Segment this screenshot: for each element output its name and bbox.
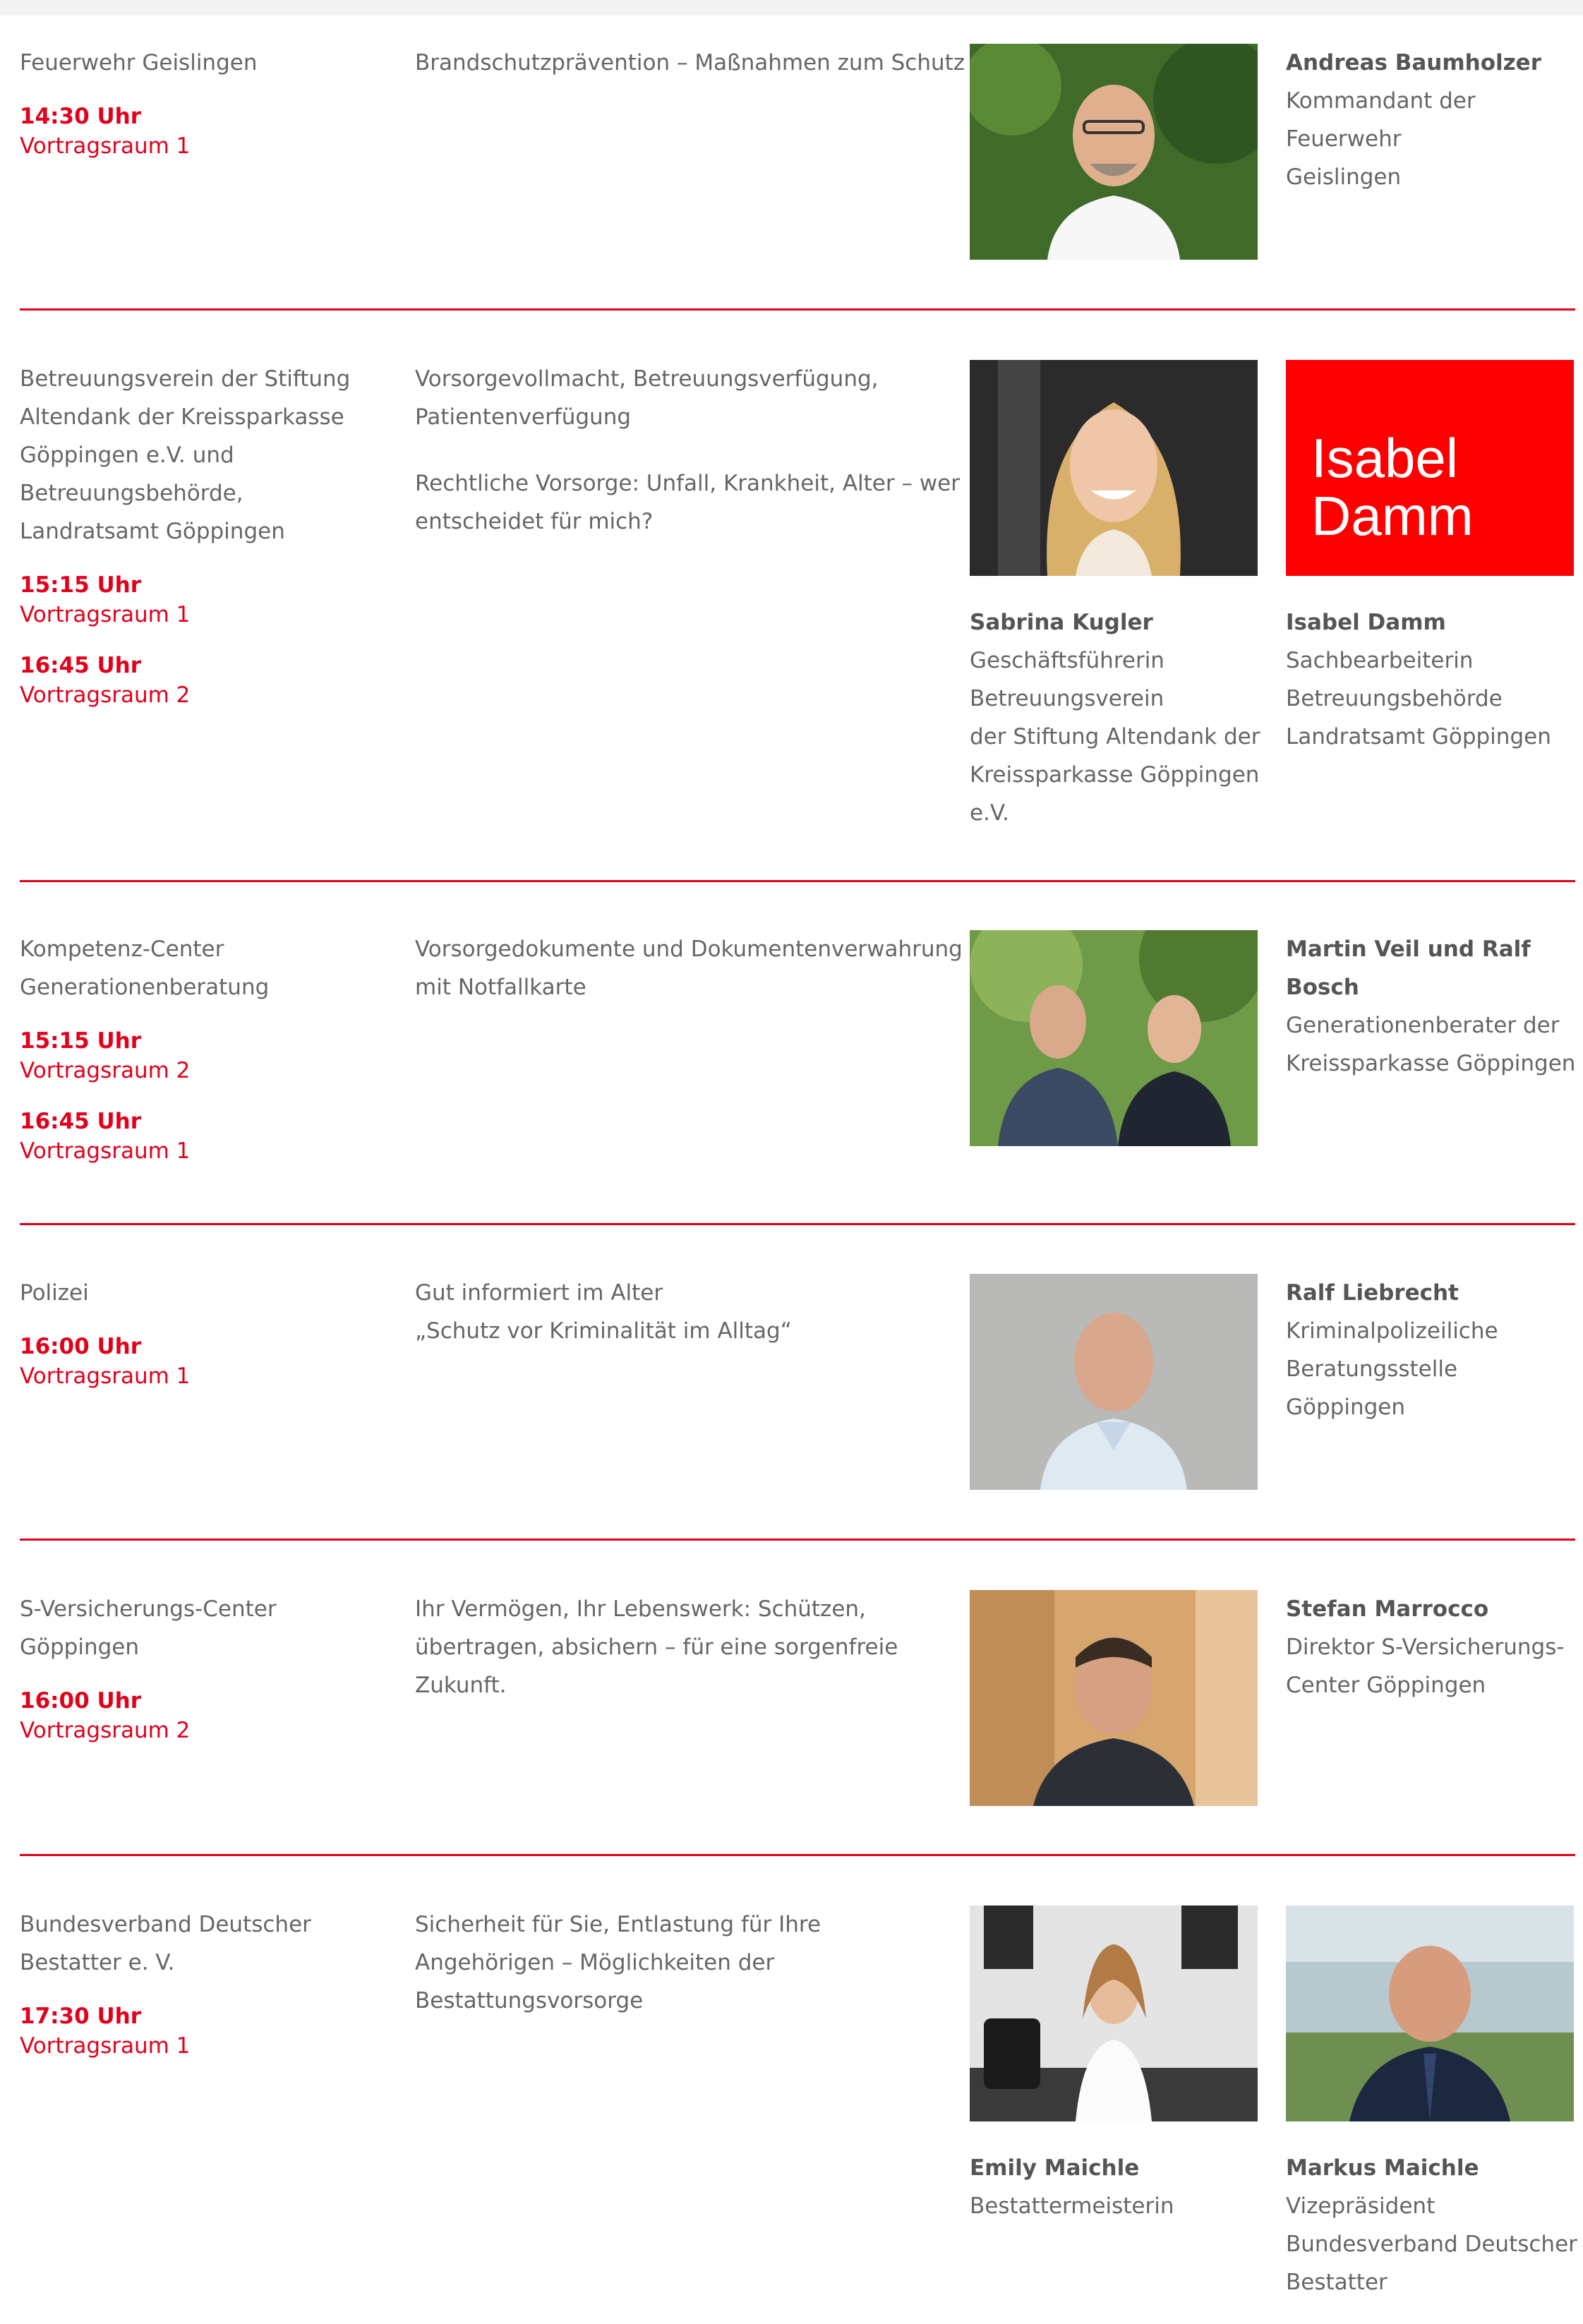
session-time: 17:30 Uhr (20, 2004, 141, 2029)
session-room: Vortragsraum 1 (20, 2033, 191, 2059)
speaker-name: Stefan Marrocco (1286, 1596, 1489, 1622)
speaker-info: Stefan Marrocco Direktor S-Versicherungs… (1286, 1590, 1582, 1704)
speaker-role: Bestattermeisterin (970, 2193, 1174, 2219)
session-room: Vortragsraum 2 (20, 1058, 191, 1083)
entry-organization: Kompetenz-Center Generationenberatung 15… (20, 930, 387, 1166)
speaker-photo (970, 44, 1258, 260)
topic-text: Brandschutzprävention – Maßnahmen zum Sc… (415, 50, 965, 76)
schedule: 17:30 Uhr Vortragsraum 1 (20, 2001, 387, 2061)
speaker-photo (970, 1274, 1258, 1490)
session-room: Vortragsraum 2 (20, 682, 191, 708)
speaker-name: Martin Veil und Ralf Bosch (1286, 937, 1531, 1000)
speaker-info: Andreas Baumholzer Kommandant der Feuerw… (1286, 44, 1582, 196)
session-room: Vortragsraum 1 (20, 1138, 191, 1164)
divider (20, 1854, 1575, 1856)
speaker-role: Kommandant der Feuerwehr Geislingen (1286, 88, 1476, 190)
speaker-info: Emily Maichle Bestattermeisterin (970, 2149, 1266, 2225)
speaker-photo (1286, 1905, 1574, 2121)
session-time: 15:15 Uhr (20, 1028, 141, 1054)
topic-text: Gut informiert im Alter „Schutz vor Krim… (415, 1280, 792, 1344)
session-room: Vortragsraum 1 (20, 602, 191, 627)
entry-organization: S-Versicherungs-Center Göppingen 16:00 U… (20, 1590, 387, 1745)
organization-name: Betreuungsverein der Stiftung Altendank … (20, 366, 351, 544)
speaker-name-logo: Isabel Damm (1286, 360, 1574, 576)
speaker-role: Geschäftsführerin Betreuungsverein der S… (970, 648, 1260, 826)
entry-organization: Feuerwehr Geislingen 14:30 Uhr Vortragsr… (20, 44, 387, 161)
speaker-info: Markus Maichle Vizepräsident Bundesverba… (1286, 2149, 1582, 2301)
schedule: 16:00 Uhr Vortragsraum 1 (20, 1332, 387, 1391)
speaker-name: Emily Maichle (970, 2155, 1140, 2181)
topic-text: Rechtliche Vorsorge: Unfall, Krankheit, … (415, 471, 961, 534)
speaker-name: Isabel Damm (1286, 610, 1446, 635)
top-bar (0, 0, 1583, 16)
speaker-role: Sachbearbeiterin Betreuungsbehörde Landr… (1286, 648, 1551, 749)
entry-organization: Bundesverband Deutscher Bestatter e. V. … (20, 1905, 387, 2061)
organization-name: Polizei (20, 1280, 89, 1306)
schedule: 15:15 Uhr Vortragsraum 2 (20, 1026, 387, 1085)
session-time: 16:00 Uhr (20, 1688, 141, 1714)
organization-name: Bundesverband Deutscher Bestatter e. V. (20, 1912, 311, 1975)
session-time: 16:00 Uhr (20, 1334, 141, 1359)
organization-name: Feuerwehr Geislingen (20, 50, 258, 76)
speaker-role: Generationenberater der Kreissparkasse G… (1286, 1013, 1576, 1076)
session-room: Vortragsraum 1 (20, 133, 191, 159)
schedule: 15:15 Uhr Vortragsraum 1 (20, 570, 387, 630)
session-room: Vortragsraum 1 (20, 1363, 191, 1389)
logo-text: Isabel Damm (1311, 427, 1474, 547)
speaker-name: Sabrina Kugler (970, 610, 1153, 635)
session-time: 15:15 Uhr (20, 572, 141, 598)
schedule: 16:00 Uhr Vortragsraum 2 (20, 1686, 387, 1745)
speaker-photo (970, 360, 1258, 576)
speaker-role: Direktor S-Versicherungs- Center Göpping… (1286, 1634, 1565, 1698)
topic-text: Vorsorgevollmacht, Betreuungsverfügung, … (415, 366, 879, 430)
speaker-info: Martin Veil und Ralf Bosch Generationenb… (1286, 930, 1582, 1083)
session-room: Vortragsraum 2 (20, 1718, 191, 1743)
entry-topic: Gut informiert im Alter „Schutz vor Krim… (415, 1274, 965, 1378)
entry-topic: Brandschutzprävention – Maßnahmen zum Sc… (415, 44, 965, 110)
session-time: 14:30 Uhr (20, 104, 141, 129)
divider (20, 1223, 1575, 1225)
organization-name: S-Versicherungs-Center Göppingen (20, 1596, 277, 1660)
entry-organization: Polizei 16:00 Uhr Vortragsraum 1 (20, 1274, 387, 1391)
schedule: 16:45 Uhr Vortragsraum 1 (20, 1107, 387, 1166)
speaker-info: Sabrina Kugler Geschäftsführerin Betreuu… (970, 603, 1266, 832)
session-time: 16:45 Uhr (20, 653, 141, 678)
speaker-name: Ralf Liebrecht (1286, 1280, 1459, 1306)
speaker-name: Andreas Baumholzer (1286, 50, 1541, 76)
divider (20, 880, 1575, 882)
divider (20, 1539, 1575, 1541)
speaker-role: Kriminalpolizeiliche Beratungsstelle Göp… (1286, 1318, 1498, 1420)
speaker-info: Isabel Damm Sachbearbeiterin Betreuungsb… (1286, 603, 1582, 756)
entry-topic: Vorsorgedokumente und Dokumentenverwahru… (415, 930, 965, 1035)
topic-text: Ihr Vermögen, Ihr Lebenswerk: Schützen, … (415, 1596, 898, 1698)
topic-text: Vorsorgedokumente und Dokumentenverwahru… (415, 937, 963, 1000)
entry-topic: Sicherheit für Sie, Entlastung für Ihre … (415, 1905, 965, 2048)
speaker-role: Vizepräsident Bundesverband Deutscher Be… (1286, 2193, 1577, 2295)
divider (20, 308, 1575, 311)
schedule: 16:45 Uhr Vortragsraum 2 (20, 651, 387, 710)
speaker-photo (970, 1905, 1258, 2121)
entry-topic: Ihr Vermögen, Ihr Lebenswerk: Schützen, … (415, 1590, 965, 1733)
speaker-photo (970, 1590, 1258, 1806)
speaker-name: Markus Maichle (1286, 2155, 1479, 2181)
entry-topic: Vorsorgevollmacht, Betreuungsverfügung, … (415, 360, 965, 569)
speaker-photo (970, 930, 1258, 1146)
schedule: 14:30 Uhr Vortragsraum 1 (20, 102, 387, 161)
session-time: 16:45 Uhr (20, 1109, 141, 1134)
entry-organization: Betreuungsverein der Stiftung Altendank … (20, 360, 387, 710)
speaker-info: Ralf Liebrecht Kriminalpolizeiliche Bera… (1286, 1274, 1582, 1426)
topic-text: Sicherheit für Sie, Entlastung für Ihre … (415, 1912, 821, 2013)
organization-name: Kompetenz-Center Generationenberatung (20, 937, 270, 1000)
